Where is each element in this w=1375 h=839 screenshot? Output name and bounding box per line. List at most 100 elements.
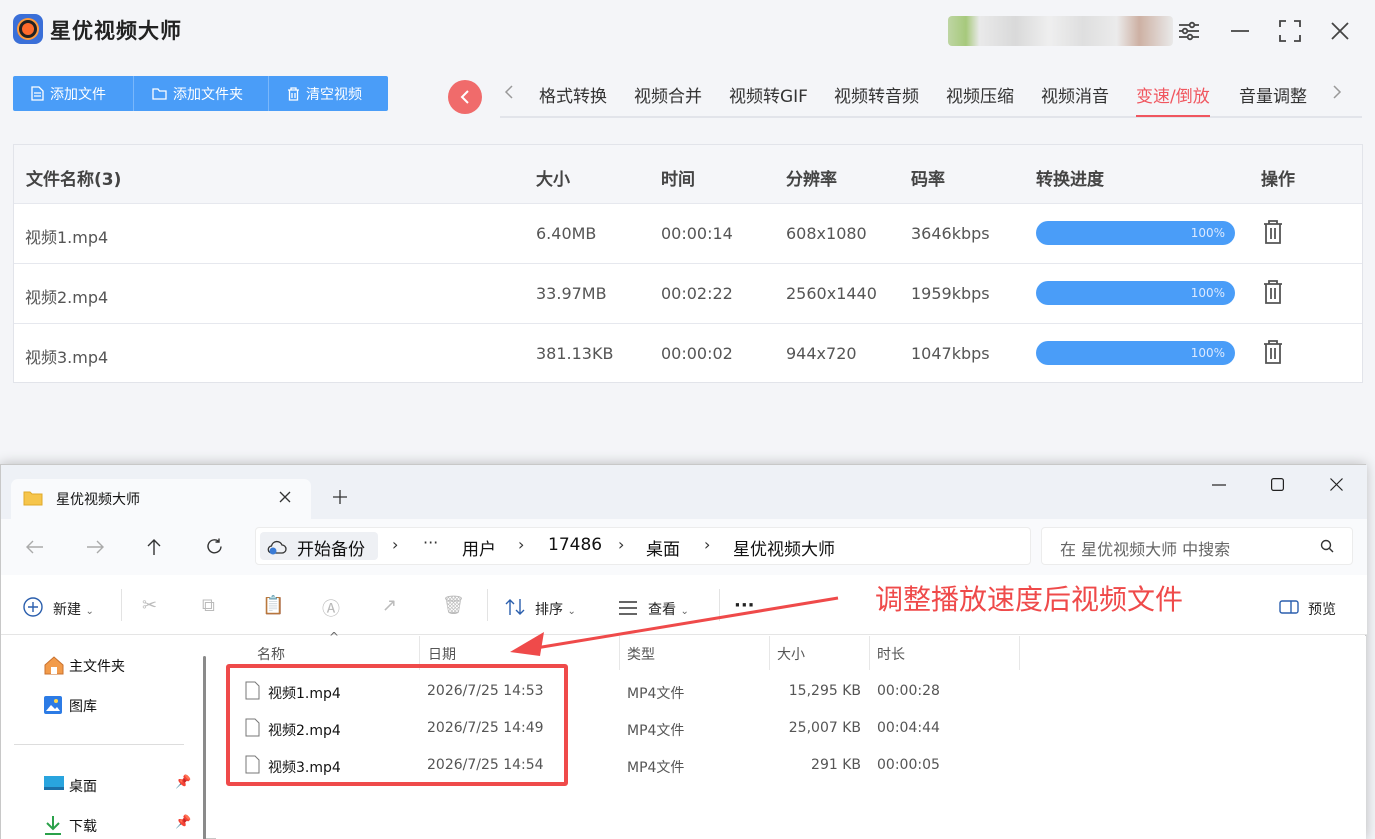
tabs-scroll-left-icon[interactable]: [504, 84, 514, 105]
preview-button[interactable]: 预览: [1308, 599, 1336, 619]
nav-back-arrow-icon[interactable]: [26, 540, 44, 554]
header-name: 文件名称(3): [26, 170, 122, 190]
minimize-icon[interactable]: [1227, 18, 1253, 44]
nav-forward-arrow-icon[interactable]: [86, 540, 104, 554]
table-row[interactable]: 视频3.mp4 381.13KB 00:00:02 944x720 1047kb…: [14, 323, 1362, 383]
tab-speed-reverse[interactable]: 变速/倒放: [1136, 82, 1210, 117]
add-folder-button[interactable]: 添加文件夹: [134, 76, 269, 111]
tab-video-mute[interactable]: 视频消音: [1041, 82, 1109, 107]
row-name: 视频2.mp4: [25, 288, 109, 307]
header-bitrate: 码率: [911, 170, 945, 190]
new-tab-plus-icon[interactable]: [333, 490, 347, 504]
maximize-icon[interactable]: [1277, 18, 1303, 44]
clear-videos-button[interactable]: 清空视频: [269, 76, 388, 111]
file-duration: 00:00:28: [877, 683, 940, 699]
breadcrumb-backup[interactable]: 开始备份: [297, 535, 365, 560]
column-divider[interactable]: [869, 636, 870, 670]
explorer-maximize-icon[interactable]: [1271, 478, 1284, 491]
row-time: 00:00:02: [661, 344, 733, 363]
row-progress-bar: 100%: [1036, 221, 1235, 245]
breadcrumb-desktop[interactable]: 桌面: [646, 535, 680, 560]
explorer-tab[interactable]: 星优视频大师: [11, 479, 311, 519]
close-tab-icon[interactable]: [279, 491, 291, 503]
explorer-minimize-icon[interactable]: [1212, 484, 1226, 486]
breadcrumb-ellipsis[interactable]: ···: [423, 533, 438, 552]
row-bitrate: 1959kbps: [911, 284, 990, 303]
table-row[interactable]: 视频2.mp4 33.97MB 00:02:22 2560x1440 1959k…: [14, 263, 1362, 323]
row-resolution: 944x720: [786, 344, 857, 363]
row-time: 00:02:22: [661, 284, 733, 303]
collapse-back-button[interactable]: [448, 80, 482, 114]
annotation-label: 调整播放速度后视频文件: [875, 583, 1184, 616]
column-divider[interactable]: [1019, 636, 1020, 670]
new-button[interactable]: 新建 ⌄: [53, 599, 94, 619]
file-type: MP4文件: [627, 723, 685, 739]
delete-icon[interactable]: 🗑: [442, 595, 466, 617]
breadcrumb-separator-icon: ›: [518, 535, 525, 554]
annotation-arrow: [510, 596, 839, 656]
divider: [487, 589, 488, 621]
search-input[interactable]: 在 星优视频大师 中搜索: [1041, 527, 1353, 565]
search-placeholder: 在 星优视频大师 中搜索: [1060, 540, 1231, 559]
nav-divider: [14, 744, 184, 745]
search-icon: [1320, 539, 1334, 553]
file-icon: [31, 86, 44, 101]
add-file-button[interactable]: 添加文件: [13, 76, 134, 111]
tab-video-compress[interactable]: 视频压缩: [946, 82, 1014, 107]
row-bitrate: 1047kbps: [911, 344, 990, 363]
row-progress-bar: 100%: [1036, 281, 1235, 305]
preview-pane-icon: [1279, 600, 1299, 614]
row-size: 381.13KB: [536, 344, 614, 363]
pin-icon[interactable]: 📌: [175, 815, 191, 830]
chevron-left-icon: [460, 90, 469, 104]
breadcrumb-current-folder[interactable]: 星优视频大师: [733, 535, 835, 560]
delete-trash-icon[interactable]: [1262, 339, 1284, 365]
row-progress-bar: 100%: [1036, 341, 1235, 365]
column-duration[interactable]: 时长: [877, 644, 905, 664]
breadcrumb-user-folder[interactable]: 17486: [548, 535, 602, 555]
clear-videos-label: 清空视频: [306, 86, 362, 103]
copy-icon[interactable]: ⧉: [202, 595, 226, 617]
gallery-icon: [44, 696, 62, 714]
tab-video-merge[interactable]: 视频合并: [634, 82, 702, 107]
nav-gallery-label: 图库: [69, 699, 97, 715]
nav-scrollbar[interactable]: [203, 656, 206, 839]
row-name: 视频3.mp4: [25, 348, 109, 367]
function-tabs: 格式转换 视频合并 视频转GIF 视频转音频 视频压缩 视频消音 变速/倒放 音…: [500, 76, 1362, 118]
column-name[interactable]: 名称: [257, 644, 285, 664]
nav-up-arrow-icon[interactable]: [147, 538, 161, 555]
breadcrumb-users[interactable]: 用户: [462, 535, 496, 560]
close-icon[interactable]: [1327, 18, 1353, 44]
share-icon[interactable]: ↗: [382, 595, 406, 617]
settings-sliders-icon[interactable]: [1176, 18, 1202, 44]
delete-trash-icon[interactable]: [1262, 279, 1284, 305]
delete-trash-icon[interactable]: [1262, 219, 1284, 245]
explorer-nav-pane: 主文件夹 图库 桌面 📌 下载 📌: [1, 636, 206, 839]
nav-desktop-label: 桌面: [69, 779, 97, 795]
file-type: MP4文件: [627, 760, 685, 776]
tab-volume-adjust[interactable]: 音量调整: [1239, 82, 1307, 107]
row-name: 视频1.mp4: [25, 228, 109, 247]
highlight-box: [226, 664, 568, 786]
nav-home-label: 主文件夹: [69, 659, 125, 675]
column-date[interactable]: 日期: [428, 644, 456, 664]
address-bar[interactable]: 开始备份 › ··· 用户 › 17486 › 桌面 › 星优视频大师: [255, 527, 1031, 565]
tab-format-convert[interactable]: 格式转换: [539, 82, 607, 107]
tab-video-to-gif[interactable]: 视频转GIF: [729, 82, 808, 107]
table-row[interactable]: 视频1.mp4 6.40MB 00:00:14 608x1080 3646kbp…: [14, 203, 1362, 263]
explorer-close-icon[interactable]: [1330, 478, 1343, 491]
tabs-scroll-right-icon[interactable]: [1332, 84, 1342, 105]
paste-icon[interactable]: 📋: [262, 595, 286, 617]
cut-icon[interactable]: ✂: [142, 595, 166, 617]
divider: [121, 589, 122, 621]
user-account-avatar[interactable]: [948, 16, 1173, 46]
folder-icon: [152, 88, 167, 100]
pin-icon[interactable]: 📌: [175, 775, 191, 790]
tab-video-to-audio[interactable]: 视频转音频: [834, 82, 919, 107]
folder-icon: [23, 491, 43, 506]
rename-icon[interactable]: Ⓐ: [322, 595, 346, 620]
new-plus-icon[interactable]: [23, 597, 43, 617]
row-resolution: 2560x1440: [786, 284, 877, 303]
row-size: 6.40MB: [536, 224, 597, 243]
refresh-icon[interactable]: [206, 538, 223, 555]
